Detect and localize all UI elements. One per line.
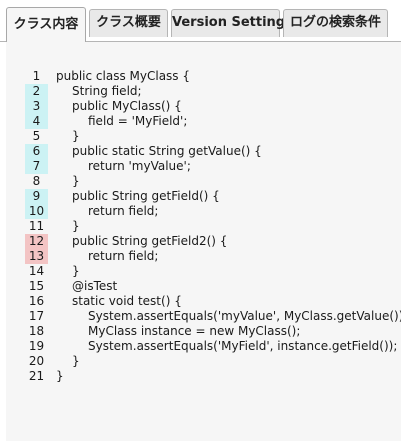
line-number: 5 xyxy=(32,129,41,143)
code-text: public String getField2() { xyxy=(72,234,228,248)
tab-bar: クラス内容 クラス概要 Version Settings ログの検索条件 xyxy=(0,0,401,42)
code-text: @isTest xyxy=(72,279,118,293)
code-text: return 'myValue'; xyxy=(88,159,191,173)
code-view: 1 public class MyClass { 2 String field; 3 pu… xyxy=(6,69,401,384)
tab-class-summary[interactable]: クラス概要 xyxy=(89,9,168,37)
code-text: System.assertEquals('MyField', instance.… xyxy=(88,339,398,353)
code-line: 11} xyxy=(6,219,401,234)
line-number: 2 xyxy=(25,84,48,99)
line-number: 21 xyxy=(28,369,45,383)
code-text: return field; xyxy=(88,204,159,218)
code-panel: 1 public class MyClass { 2 String field; 3 pu… xyxy=(6,42,401,441)
line-number: 3 xyxy=(25,99,48,114)
code-text: public class MyClass { xyxy=(56,69,190,83)
code-text: System.assertEquals('myValue', MyClass.g… xyxy=(88,309,401,323)
line-number: 10 xyxy=(25,204,48,219)
line-number: 19 xyxy=(28,339,45,353)
line-number: 14 xyxy=(28,264,45,278)
line-number: 18 xyxy=(28,324,45,338)
code-line: 4 field = 'MyField'; xyxy=(6,114,401,129)
code-line: 10 return field; xyxy=(6,204,401,219)
line-number: 12 xyxy=(25,234,48,249)
code-line: 14} xyxy=(6,264,401,279)
code-line: 5} xyxy=(6,129,401,144)
code-line: 9 public String getField() { xyxy=(6,189,401,204)
line-number: 8 xyxy=(32,174,41,188)
line-number: 15 xyxy=(28,279,45,293)
line-number: 4 xyxy=(25,114,48,129)
code-line: 1 public class MyClass { xyxy=(6,69,401,84)
code-text: public String getField() { xyxy=(72,189,220,203)
code-text: static void test() { xyxy=(72,294,182,308)
code-text: MyClass instance = new MyClass(); xyxy=(88,324,301,338)
line-number: 6 xyxy=(25,144,48,159)
tab-class-content[interactable]: クラス内容 xyxy=(6,7,86,42)
line-number: 20 xyxy=(28,354,45,368)
tab-log-search-criteria[interactable]: ログの検索条件 xyxy=(283,9,388,37)
code-line: 18 MyClass instance = new MyClass(); xyxy=(6,324,401,339)
code-line: 20} xyxy=(6,354,401,369)
code-text: } xyxy=(72,129,80,143)
code-line: 19 System.assertEquals('MyField', instanc… xyxy=(6,339,401,354)
line-number: 17 xyxy=(28,309,45,323)
code-text: } xyxy=(56,369,64,383)
code-line: 15 @isTest xyxy=(6,279,401,294)
line-number: 13 xyxy=(25,249,48,264)
code-text: } xyxy=(72,174,80,188)
code-text: } xyxy=(72,264,80,278)
tab-version-settings[interactable]: Version Settings xyxy=(171,9,293,37)
code-text: field = 'MyField'; xyxy=(88,114,188,128)
code-text: return field; xyxy=(88,249,159,263)
code-line: 13 return field; xyxy=(6,249,401,264)
code-line: 7 return 'myValue'; xyxy=(6,159,401,174)
code-line: 3 public MyClass() { xyxy=(6,99,401,114)
line-number: 16 xyxy=(28,294,45,308)
code-line: 12 public String getField2() { xyxy=(6,234,401,249)
code-line: 16 static void test() { xyxy=(6,294,401,309)
code-line: 21} xyxy=(6,369,401,384)
code-text: public static String getValue() { xyxy=(72,144,262,158)
code-text: } xyxy=(72,354,80,368)
code-text: String field; xyxy=(72,84,142,98)
code-line: 17 System.assertEquals('myValue', MyClass… xyxy=(6,309,401,324)
line-number: 11 xyxy=(28,219,45,233)
code-line: 8} xyxy=(6,174,401,189)
code-text: } xyxy=(72,219,80,233)
code-line: 2 String field; xyxy=(6,84,401,99)
code-line: 6 public static String getValue() { xyxy=(6,144,401,159)
code-text: public MyClass() { xyxy=(72,99,182,113)
line-number: 9 xyxy=(25,189,48,204)
line-number: 1 xyxy=(32,69,41,83)
line-number: 7 xyxy=(25,159,48,174)
